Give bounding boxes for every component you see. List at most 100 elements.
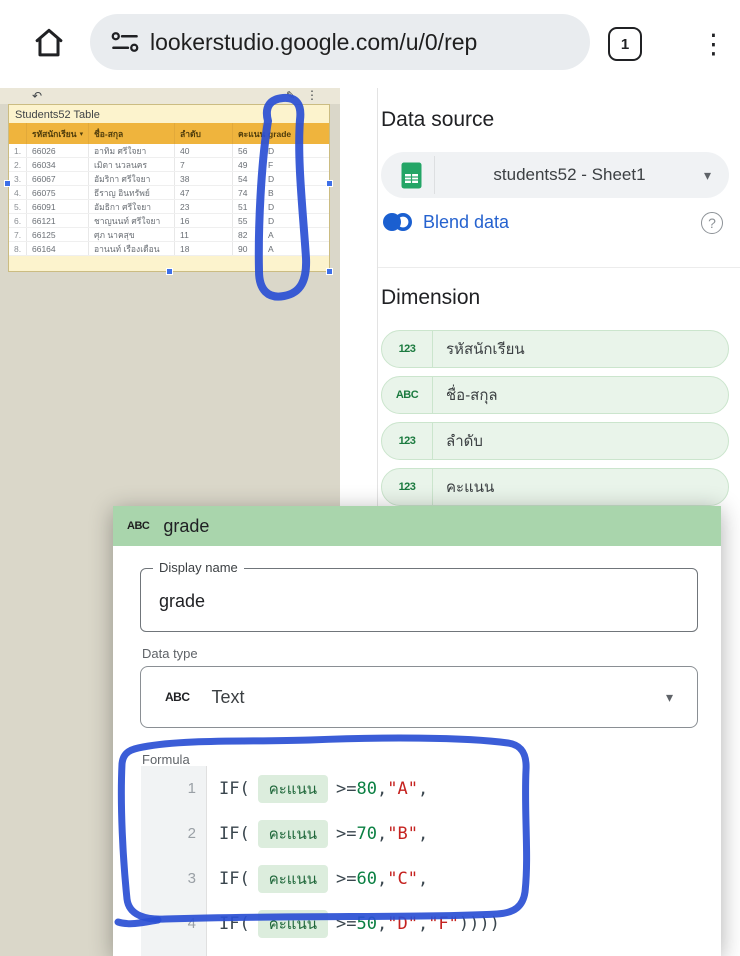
formula-token: 50 xyxy=(356,914,376,934)
field-label: ชื่อ-สกุล xyxy=(446,383,498,407)
field-type-badge: ABC xyxy=(382,377,433,413)
cell-score: 51 xyxy=(233,200,263,213)
data-type-value: Text xyxy=(212,687,666,708)
table-row: 8.66164อานนท์ เรืองเดือน1890A xyxy=(9,242,329,256)
chart-more-icon[interactable]: ⋮ xyxy=(306,87,318,104)
column-header: คะแนน xyxy=(233,123,263,144)
formula-line-number: 2 xyxy=(141,811,206,856)
tab-switcher-button[interactable]: 1 xyxy=(608,27,642,61)
cell-score: 49 xyxy=(233,158,263,171)
formula-token: >= xyxy=(336,914,356,934)
formula-line-number: 1 xyxy=(141,766,206,811)
google-sheets-icon xyxy=(401,162,422,189)
field-label: ลำดับ xyxy=(446,429,483,453)
dimension-field-chip[interactable]: 123คะแนน xyxy=(381,468,729,506)
formula-token: , xyxy=(418,914,428,934)
dimension-field-chip[interactable]: 123 ลำดับ xyxy=(381,422,729,460)
formula-line-numbers: 1234 xyxy=(141,766,207,956)
cell-student-id: 66125 xyxy=(27,228,89,241)
field-chip-token: คะแนน xyxy=(258,910,328,938)
table-row: 5.66091อัมธิกา ศรีใจยา2351D xyxy=(9,200,329,214)
cell-grade: D xyxy=(263,144,329,157)
data-source-selector[interactable]: students52 - Sheet1 ▾ xyxy=(381,152,729,198)
formula-token: , xyxy=(377,779,387,799)
cell-name: อัมธิกา ศรีใจยา xyxy=(89,200,175,213)
table-row: 7.66125ศุภ นาคสุข1182A xyxy=(9,228,329,242)
formula-token: "C" xyxy=(387,869,418,889)
cell-order: 23 xyxy=(175,200,233,213)
cell-student-id: 66091 xyxy=(27,200,89,213)
formula-line: IF(คะแนน>=70,"B", xyxy=(208,811,700,856)
help-icon[interactable]: ? xyxy=(701,212,723,234)
cell-score: 82 xyxy=(233,228,263,241)
cell-name: ธีราญ อินทรัพย์ xyxy=(89,186,175,199)
selection-handle-bottom[interactable] xyxy=(166,268,173,275)
cell-grade: A xyxy=(263,242,329,255)
column-header: ชื่อ-สกุล xyxy=(89,123,175,144)
cell-name: อานนท์ เรืองเดือน xyxy=(89,242,175,255)
cell-student-id: 66121 xyxy=(27,214,89,227)
table-row: 2.66034เมิตา นวลนคร749F xyxy=(9,158,329,172)
column-header xyxy=(9,123,27,144)
browser-menu-icon[interactable]: ⋮ xyxy=(700,22,720,66)
cell-order: 7 xyxy=(175,158,233,171)
formula-token: >= xyxy=(336,869,356,889)
formula-line: IF(คะแนน>=80,"A", xyxy=(208,766,700,811)
cell-order: 18 xyxy=(175,242,233,255)
table-row: 1.66026อาทิม ศรีใจยา4056D xyxy=(9,144,329,158)
selection-handle-right[interactable] xyxy=(326,180,333,187)
students-table-widget[interactable]: Students52 Table รหัสนักเรียน▾ชื่อ-สกุลล… xyxy=(8,104,330,272)
display-name-input[interactable]: Display name grade xyxy=(140,568,698,632)
formula-token: , xyxy=(377,824,387,844)
cell-score: 74 xyxy=(233,186,263,199)
cell-order: 40 xyxy=(175,144,233,157)
cell-score: 56 xyxy=(233,144,263,157)
field-chip-token: คะแนน xyxy=(258,865,328,893)
row-number: 3. xyxy=(9,172,27,185)
cell-grade: A xyxy=(263,228,329,241)
selection-handle-corner[interactable] xyxy=(326,268,333,275)
cell-student-id: 66164 xyxy=(27,242,89,255)
cell-grade: B xyxy=(263,186,329,199)
field-type-badge: 123 xyxy=(382,423,433,459)
dialog-title: grade xyxy=(163,516,209,537)
cell-grade: D xyxy=(263,214,329,227)
dimension-field-chip[interactable]: ABC ชื่อ-สกุล xyxy=(381,376,729,414)
address-bar[interactable]: lookerstudio.google.com/u/0/rep xyxy=(90,14,590,70)
column-header[interactable]: รหัสนักเรียน▾ xyxy=(27,123,89,144)
formula-token: 80 xyxy=(356,779,376,799)
edit-chart-icon[interactable]: ✎ xyxy=(286,88,295,104)
browser-toolbar: lookerstudio.google.com/u/0/rep 1 ⋮ xyxy=(0,0,740,88)
blend-data-button[interactable]: Blend data xyxy=(381,210,509,234)
row-number: 8. xyxy=(9,242,27,255)
formula-editor[interactable]: 1234 IF(คะแนน>=80,"A",IF(คะแนน>=70,"B",I… xyxy=(141,766,700,956)
formula-token: >= xyxy=(336,824,356,844)
home-icon[interactable] xyxy=(30,24,68,62)
display-name-value: grade xyxy=(159,591,205,612)
site-settings-icon[interactable] xyxy=(110,29,140,55)
formula-token: 60 xyxy=(356,869,376,889)
cell-grade: D xyxy=(263,172,329,185)
dialog-header: ABC grade xyxy=(113,506,721,546)
formula-token: )))) xyxy=(459,914,500,934)
tab-count: 1 xyxy=(621,36,629,53)
field-chip-token: คะแนน xyxy=(258,820,328,848)
row-number: 1. xyxy=(9,144,27,157)
selection-handle-left[interactable] xyxy=(4,180,11,187)
dimension-heading: Dimension xyxy=(381,286,480,310)
formula-token: , xyxy=(377,869,387,889)
formula-token: 70 xyxy=(356,824,376,844)
cell-order: 11 xyxy=(175,228,233,241)
formula-line-number: 3 xyxy=(141,856,206,901)
column-header: grade xyxy=(263,123,329,144)
dimension-field-list: 123รหัสนักเรียน ABC ชื่อ-สกุล 123 ลำดับ 123คะ… xyxy=(381,330,729,514)
data-type-selector[interactable]: ABC Text ▾ xyxy=(140,666,698,728)
dimension-field-chip[interactable]: 123รหัสนักเรียน xyxy=(381,330,729,368)
formula-code[interactable]: IF(คะแนน>=80,"A",IF(คะแนน>=70,"B",IF(คะแ… xyxy=(208,766,700,946)
formula-token: IF( xyxy=(219,869,250,889)
cell-name: ชาญนนท์ ศรีใจยา xyxy=(89,214,175,227)
table-body: 1.66026อาทิม ศรีใจยา4056D2.66034เมิตา นว… xyxy=(9,144,329,256)
data-type-badge: ABC xyxy=(165,690,190,704)
cell-order: 16 xyxy=(175,214,233,227)
undo-icon[interactable]: ↶ xyxy=(32,88,42,104)
